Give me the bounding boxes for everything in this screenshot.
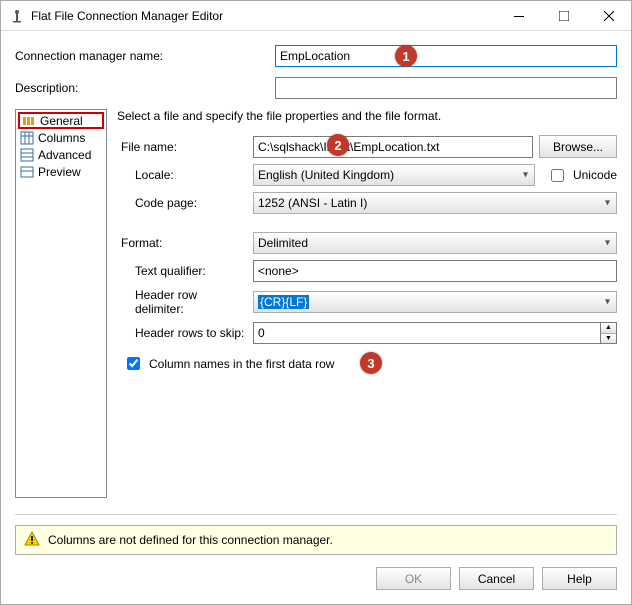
first-row-checkbox-wrap[interactable]: Column names in the first data row <box>123 354 334 373</box>
warning-icon <box>24 531 40 550</box>
format-label: Format: <box>117 236 247 250</box>
help-button[interactable]: Help <box>542 567 617 590</box>
codepage-select[interactable]: 1252 (ANSI - Latin I)▾ <box>253 192 617 214</box>
stepper-buttons[interactable]: ▲▼ <box>601 322 617 344</box>
annotation-marker-3: 3 <box>360 352 382 374</box>
file-name-input[interactable] <box>253 136 533 158</box>
conn-name-label: Connection manager name: <box>15 49 275 63</box>
titlebar: Flat File Connection Manager Editor <box>1 1 631 31</box>
header-skip-stepper[interactable]: ▲▼ <box>253 322 617 344</box>
maximize-button[interactable] <box>541 1 586 30</box>
header-delim-select[interactable]: {CR}{LF}▾ <box>253 291 617 313</box>
nav-item-label: General <box>40 114 83 128</box>
nav-item-columns[interactable]: Columns <box>18 129 104 146</box>
footer: OK Cancel Help <box>1 555 631 604</box>
browse-button[interactable]: Browse... <box>539 135 617 158</box>
locale-select[interactable]: English (United Kingdom)▾ <box>253 164 535 186</box>
general-pane: Select a file and specify the file prope… <box>117 109 617 498</box>
header-skip-label: Header rows to skip: <box>117 326 247 340</box>
conn-name-input[interactable] <box>275 45 617 67</box>
ok-button[interactable]: OK <box>376 567 451 590</box>
minimize-button[interactable] <box>496 1 541 30</box>
description-input[interactable] <box>275 77 617 99</box>
nav-item-preview[interactable]: Preview <box>18 163 104 180</box>
unicode-label: Unicode <box>573 168 617 182</box>
stepper-up-icon[interactable]: ▲ <box>601 323 616 334</box>
locale-label: Locale: <box>117 168 247 182</box>
nav-list: General Columns Advanced Preview <box>15 109 107 498</box>
header-delim-label: Header row delimiter: <box>117 288 247 316</box>
codepage-label: Code page: <box>117 196 247 210</box>
description-label: Description: <box>15 81 275 95</box>
unicode-checkbox[interactable] <box>551 169 564 182</box>
dialog-window: Flat File Connection Manager Editor Conn… <box>0 0 632 605</box>
close-button[interactable] <box>586 1 631 30</box>
header-skip-input[interactable] <box>253 322 601 344</box>
divider <box>15 514 617 515</box>
text-qualifier-label: Text qualifier: <box>117 264 247 278</box>
columns-icon <box>20 131 34 145</box>
pane-description: Select a file and specify the file prope… <box>117 109 617 123</box>
titlebar-title: Flat File Connection Manager Editor <box>31 9 496 23</box>
file-name-label: File name: <box>117 140 247 154</box>
nav-item-label: Advanced <box>38 148 91 162</box>
format-select[interactable]: Delimited▾ <box>253 232 617 254</box>
nav-item-label: Preview <box>38 165 81 179</box>
chevron-down-icon: ▾ <box>605 238 610 249</box>
annotation-marker-1: 1 <box>395 45 417 67</box>
first-row-checkbox[interactable] <box>127 357 140 370</box>
chevron-down-icon: ▾ <box>523 170 528 181</box>
warning-bar: Columns are not defined for this connect… <box>15 525 617 555</box>
nav-item-label: Columns <box>38 131 85 145</box>
nav-item-general[interactable]: General <box>18 112 104 129</box>
text-qualifier-input[interactable] <box>253 260 617 282</box>
advanced-icon <box>20 148 34 162</box>
chevron-down-icon: ▾ <box>605 297 610 308</box>
first-row-label: Column names in the first data row <box>149 357 334 371</box>
chevron-down-icon: ▾ <box>605 198 610 209</box>
app-icon <box>9 8 25 24</box>
preview-icon <box>20 165 34 179</box>
annotation-marker-2: 2 <box>327 134 349 156</box>
unicode-checkbox-wrap[interactable]: Unicode <box>547 166 617 185</box>
warning-text: Columns are not defined for this connect… <box>48 533 333 547</box>
stepper-down-icon[interactable]: ▼ <box>601 334 616 344</box>
general-icon <box>22 114 36 128</box>
cancel-button[interactable]: Cancel <box>459 567 534 590</box>
nav-item-advanced[interactable]: Advanced <box>18 146 104 163</box>
